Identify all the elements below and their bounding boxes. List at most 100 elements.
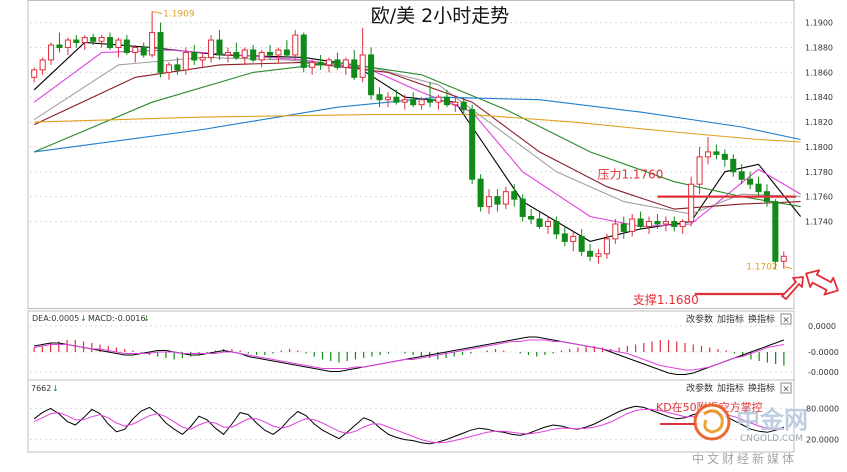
support-annotation: 支撑1.1680 [633,292,784,307]
high-annotation: 1.1909 [152,9,195,19]
macd-switch-indicator-button[interactable]: 换指标 [748,313,775,325]
macd-lines [34,336,785,375]
candle-body [157,32,164,73]
candle-body [359,54,366,78]
candle [165,62,172,80]
candle-body [31,69,38,78]
macd-down-arrow-icon: ↓ [80,314,87,323]
candle-body [427,99,434,103]
candle-body [747,178,754,185]
candle [73,35,80,48]
candle [132,45,139,63]
candle-body [191,51,198,61]
candle-body [267,51,274,56]
watermark-url: CNGOLD.COM [740,434,803,444]
main-y-axis: 1.1900 1.1880 1.1860 1.1840 1.1820 1.1800 1.17… [805,19,833,227]
candle-body [418,99,425,106]
candle [216,30,223,60]
candle-body [528,216,535,220]
macd-change-params-button[interactable]: 改参数 [686,313,713,325]
candle [283,40,290,58]
candle [292,30,299,60]
candle-body [165,64,172,73]
candle-body [216,39,223,56]
candle-body [342,59,349,68]
candle-body [443,96,450,106]
candle [435,94,442,110]
candle-body [469,109,476,180]
candle [570,231,577,252]
macd-dea-line [34,339,784,371]
candle [452,97,459,113]
candle [140,42,147,58]
candle [494,189,501,212]
kd-y-tick-label: 80.0000 [806,404,839,413]
candle-body [258,51,265,61]
candle [595,248,602,264]
candle-body [553,220,560,235]
candle [502,186,509,210]
candle [224,47,231,63]
candle-body [595,253,602,257]
candle [587,243,594,262]
candle [477,174,484,212]
moving-average-line [33,49,801,228]
kd-change-params-button[interactable]: 改参数 [686,382,713,394]
candle [485,189,493,215]
candle [730,154,737,177]
candle-body [275,49,282,56]
candle [629,214,636,237]
kd-value: 7662 [31,384,51,393]
candle-body [309,61,316,68]
candle-body [612,223,619,240]
candle [208,35,215,63]
candle-body [502,191,509,205]
candle [317,54,324,70]
watermark: 中金网 CNGOLD.COM 中文财经新媒体 [692,403,808,466]
candle [115,37,122,58]
candle-body [435,96,442,103]
candle [578,228,585,257]
candle-body [123,39,130,53]
candle [612,219,619,244]
candle-body [646,220,653,227]
candle-body [90,37,97,42]
candle [511,184,518,207]
chart-title: 欧/美 2小时走势 [371,5,510,27]
candle-body [401,99,408,103]
kd-add-indicator-button[interactable]: 加指标 [717,382,744,394]
kd-header: 7662 ↓ 改参数 加指标 换指标 × [31,382,792,395]
candle [393,89,400,105]
candle-body [511,191,518,200]
candle-body [81,37,88,44]
candle-body [738,171,745,180]
candle-body [233,51,240,58]
y-tick-label: 1.1760 [805,193,833,202]
candle-body [393,96,400,103]
candle [48,42,55,65]
candle-body [140,46,147,56]
kd-switch-indicator-button[interactable]: 换指标 [748,382,775,394]
candle [351,49,358,80]
kd-close-icon: × [782,385,790,395]
y-tick-label: 1.1880 [805,43,833,52]
candle-body [721,153,728,160]
candle [199,52,206,68]
y-tick-label: 1.1840 [805,93,833,102]
candle-body [570,235,577,242]
double-arrow-icon [805,269,839,296]
candle [233,42,240,60]
high-leader-line [152,10,163,14]
candle-body [174,64,181,71]
candle [620,216,627,239]
candle [376,87,383,108]
candle-body [334,59,341,68]
moving-average-line [33,61,801,208]
resistance-label: 压力1.1760 [597,168,663,182]
candle-body [696,156,703,185]
dea-value: DEA:0.0005 [32,314,79,323]
candle [469,104,476,185]
candle-body [730,158,737,173]
macd-add-indicator-button[interactable]: 加指标 [717,313,744,325]
candle [241,47,248,65]
